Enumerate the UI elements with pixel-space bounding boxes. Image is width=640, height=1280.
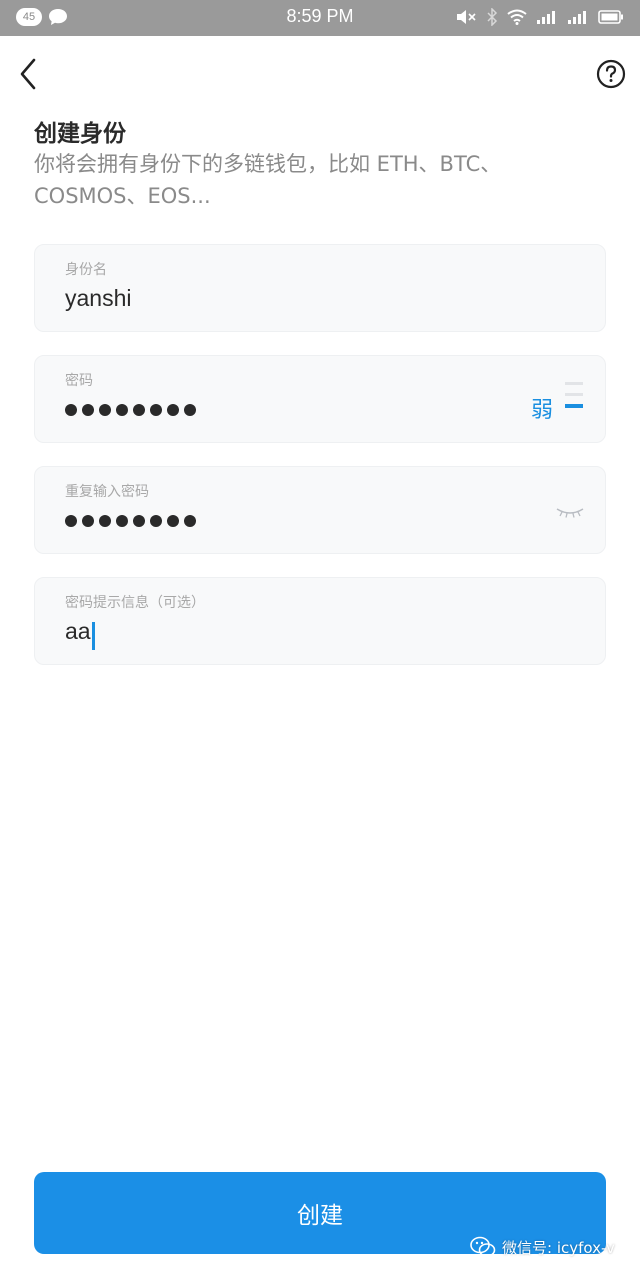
bluetooth-icon (487, 8, 498, 26)
status-bar: 45 8:59 PM (0, 0, 640, 36)
password-dot (184, 515, 196, 527)
password-dot (82, 404, 94, 416)
password-dot (133, 404, 145, 416)
status-right (455, 8, 624, 26)
back-chevron-icon[interactable] (16, 56, 44, 92)
battery-icon (598, 10, 623, 24)
password-strength-label: 弱 (531, 398, 554, 423)
signal-icon-2 (568, 11, 586, 24)
password-dot (65, 404, 77, 416)
password-input[interactable] (65, 404, 196, 416)
password-dot (167, 404, 179, 416)
password-dot (150, 515, 162, 527)
password-dot (116, 515, 128, 527)
strength-bar (565, 404, 583, 408)
page-subtitle: 你将会拥有身份下的多链钱包，比如 ETH、BTC、COSMOS、EOS... (34, 152, 502, 208)
wifi-icon (507, 9, 527, 25)
signal-icon (537, 11, 555, 24)
text-caret (92, 622, 95, 650)
password-dot (116, 404, 128, 416)
repeat-password-field[interactable]: 重复输入密码 (34, 466, 606, 554)
password-hint-field[interactable]: 密码提示信息（可选） aa (34, 577, 606, 665)
password-dot (99, 515, 111, 527)
password-dot (184, 404, 196, 416)
password-field[interactable]: 密码 弱 (34, 355, 606, 443)
identity-name-label: 身份名 (65, 262, 107, 278)
identity-name-input[interactable]: yanshi (65, 285, 131, 312)
strength-bar (565, 393, 583, 396)
watermark: 微信号: icyfox-v (470, 1236, 615, 1258)
password-dot (133, 515, 145, 527)
password-hint-input[interactable]: aa (65, 618, 91, 645)
password-dot (82, 515, 94, 527)
password-dot (167, 515, 179, 527)
password-dot (150, 404, 162, 416)
password-hint-label: 密码提示信息（可选） (65, 595, 205, 611)
eye-closed-icon[interactable] (555, 505, 585, 521)
watermark-text: 微信号: icyfox-v (502, 1238, 615, 1257)
password-dot (65, 515, 77, 527)
wechat-icon (470, 1236, 496, 1257)
password-label: 密码 (65, 373, 93, 389)
mute-icon (457, 10, 476, 24)
strength-bar (565, 382, 583, 385)
help-icon[interactable] (596, 59, 626, 89)
password-strength-meter (565, 382, 583, 416)
repeat-password-input[interactable] (65, 515, 196, 527)
identity-name-field[interactable]: 身份名 yanshi (34, 244, 606, 332)
repeat-password-label: 重复输入密码 (65, 484, 149, 500)
password-dot (99, 404, 111, 416)
page-title: 创建身份 (34, 121, 126, 147)
